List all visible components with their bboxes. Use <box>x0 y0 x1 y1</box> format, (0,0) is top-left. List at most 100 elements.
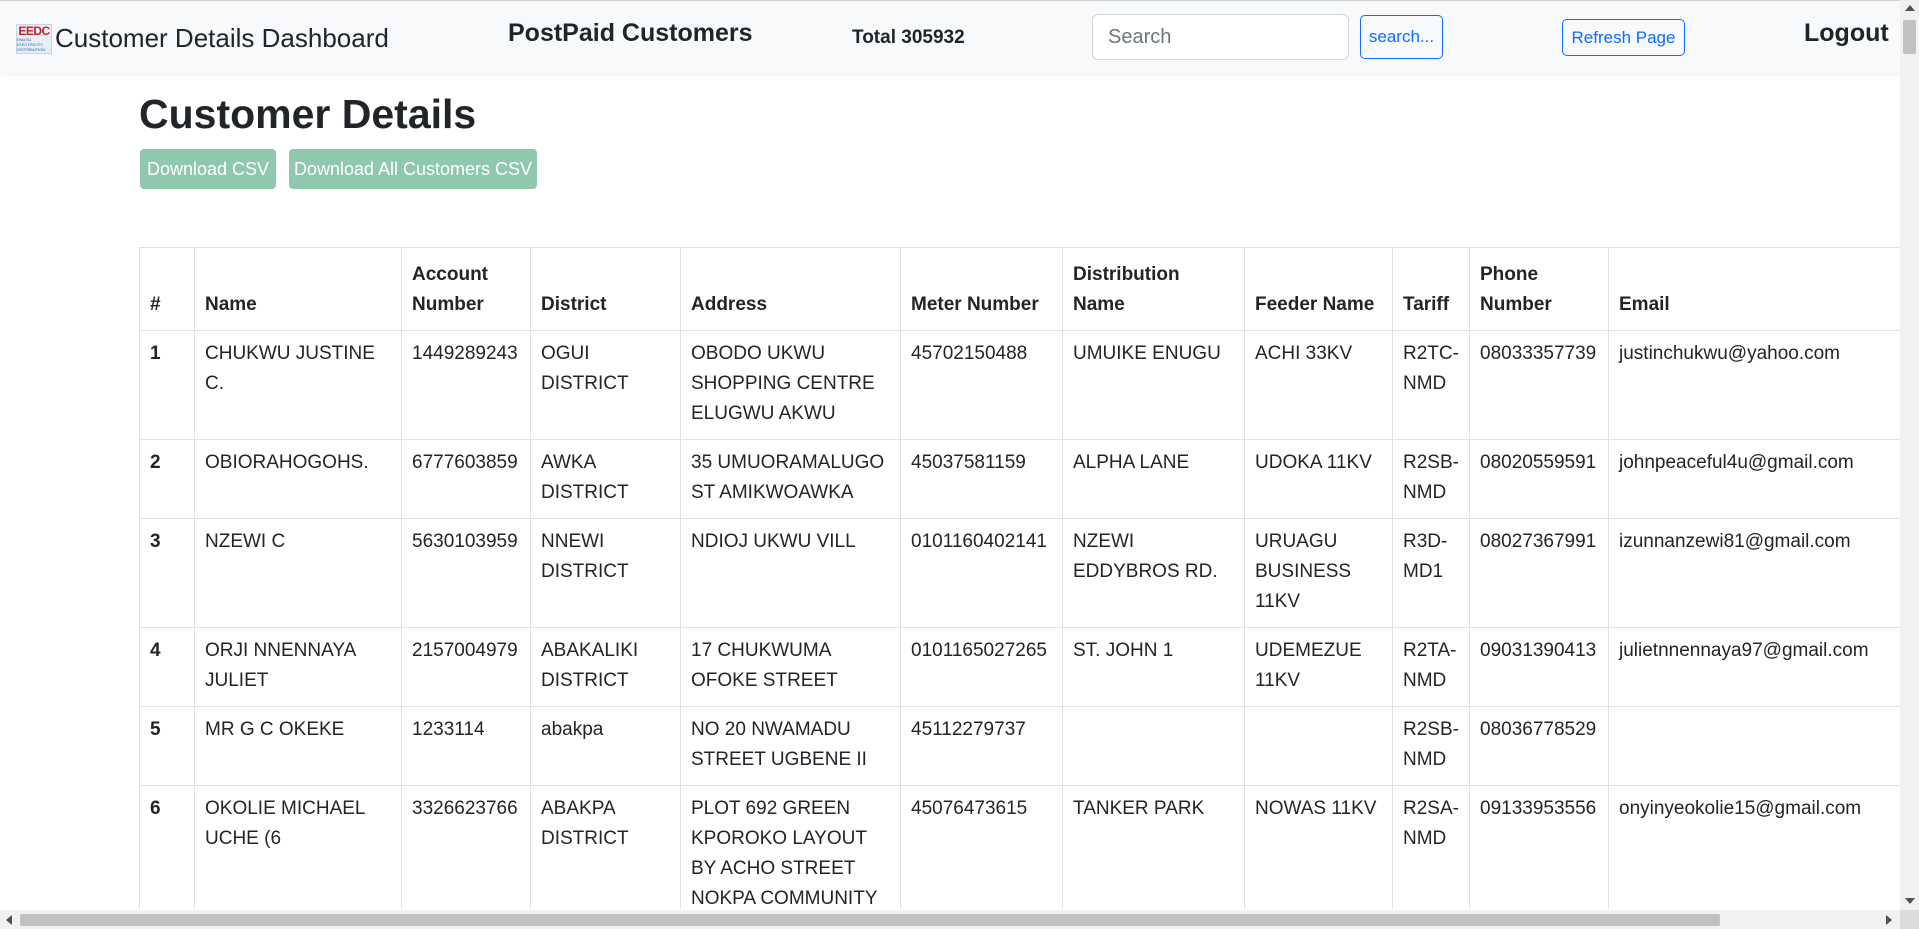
cell-index: 2 <box>139 439 195 519</box>
cell-email: onyinyeokolie15@gmail.com <box>1608 785 1900 909</box>
download-csv-button[interactable]: Download CSV <box>140 149 276 189</box>
cell-name: NZEWI C <box>194 518 402 628</box>
header-email: Email <box>1608 247 1900 331</box>
cell-meter-number: 0101160402141 <box>900 518 1063 628</box>
cell-distribution-name: ALPHA LANE <box>1062 439 1245 519</box>
download-all-customers-csv-button[interactable]: Download All Customers CSV <box>289 149 537 189</box>
logout-link[interactable]: Logout <box>1804 19 1889 48</box>
cell-address: 17 CHUKWUMA OFOKE STREET <box>680 627 901 707</box>
cell-index: 6 <box>139 785 195 909</box>
header-account-number: Account Number <box>401 247 531 331</box>
header-feeder-name: Feeder Name <box>1244 247 1393 331</box>
cell-account-number: 1449289243 <box>401 330 531 440</box>
cell-index: 5 <box>139 706 195 786</box>
search-button[interactable]: search... <box>1360 15 1443 59</box>
cell-index: 3 <box>139 518 195 628</box>
scroll-down-arrow-icon[interactable] <box>1905 898 1915 904</box>
cell-account-number: 5630103959 <box>401 518 531 628</box>
scroll-left-arrow-icon[interactable] <box>6 915 12 925</box>
cell-district: ABAKPA DISTRICT <box>530 785 681 909</box>
table-row: 3 NZEWI C 5630103959 NNEWI DISTRICT NDIO… <box>139 518 1900 628</box>
cell-feeder-name: URUAGU BUSINESS 11KV <box>1244 518 1393 628</box>
scroll-right-arrow-icon[interactable] <box>1886 915 1892 925</box>
cell-meter-number: 0101165027265 <box>900 627 1063 707</box>
cell-name: OBIORAHOGOHS. <box>194 439 402 519</box>
cell-phone-number: 09031390413 <box>1469 627 1609 707</box>
header-meter-number: Meter Number <box>900 247 1063 331</box>
cell-tariff: R2TC-NMD <box>1392 330 1470 440</box>
cell-email: julietnnennaya97@gmail.com <box>1608 627 1900 707</box>
cell-tariff: R2SB-NMD <box>1392 706 1470 786</box>
table-row: 4 ORJI NNENNAYA JULIET 2157004979 ABAKAL… <box>139 627 1900 707</box>
cell-district: OGUI DISTRICT <box>530 330 681 440</box>
page-title: Customer Details <box>139 91 477 137</box>
cell-tariff: R2SA-NMD <box>1392 785 1470 909</box>
cell-index: 1 <box>139 330 195 440</box>
horizontal-scrollbar[interactable] <box>0 910 1900 929</box>
cell-distribution-name: UMUIKE ENUGU <box>1062 330 1245 440</box>
brand-title[interactable]: Customer Details Dashboard <box>55 23 389 54</box>
cell-distribution-name: TANKER PARK <box>1062 785 1245 909</box>
cell-email: johnpeaceful4u@gmail.com <box>1608 439 1900 519</box>
cell-email <box>1608 706 1900 786</box>
cell-tariff: R2SB-NMD <box>1392 439 1470 519</box>
cell-account-number: 6777603859 <box>401 439 531 519</box>
cell-district: ABAKALIKI DISTRICT <box>530 627 681 707</box>
cell-address: OBODO UKWU SHOPPING CENTRE ELUGWU AKWU <box>680 330 901 440</box>
cell-address: NO 20 NWAMADU STREET UGBENE II <box>680 706 901 786</box>
table-row: 2 OBIORAHOGOHS. 6777603859 AWKA DISTRICT… <box>139 439 1900 519</box>
cell-address: NDIOJ UKWU VILL <box>680 518 901 628</box>
refresh-page-button[interactable]: Refresh Page <box>1562 19 1685 56</box>
vertical-scrollbar[interactable] <box>1900 0 1919 910</box>
cell-feeder-name: NOWAS 11KV <box>1244 785 1393 909</box>
cell-name: MR G C OKEKE <box>194 706 402 786</box>
search-input[interactable] <box>1092 14 1349 60</box>
cell-meter-number: 45112279737 <box>900 706 1063 786</box>
header-district: District <box>530 247 681 331</box>
cell-name: ORJI NNENNAYA JULIET <box>194 627 402 707</box>
table-row: 5 MR G C OKEKE 1233114 abakpa NO 20 NWAM… <box>139 706 1900 786</box>
cell-phone-number: 08027367991 <box>1469 518 1609 628</box>
cell-index: 4 <box>139 627 195 707</box>
eedc-logo[interactable]: EEDC ENUGU ELECTRICITY DISTRIBUTION <box>16 23 52 54</box>
customers-type-heading: PostPaid Customers <box>508 19 753 47</box>
customer-table-container: # Name Account Number District Address M… <box>139 247 1900 909</box>
cell-feeder-name <box>1244 706 1393 786</box>
header-address: Address <box>680 247 901 331</box>
cell-address: 35 UMUORAMALUGO ST AMIKWOAWKA <box>680 439 901 519</box>
cell-phone-number: 08020559591 <box>1469 439 1609 519</box>
table-header-row: # Name Account Number District Address M… <box>139 247 1900 331</box>
cell-address: PLOT 692 GREEN KPOROKO LAYOUT BY ACHO ST… <box>680 785 901 909</box>
vertical-scrollbar-thumb[interactable] <box>1903 20 1916 54</box>
scroll-up-arrow-icon[interactable] <box>1905 5 1915 11</box>
cell-district: AWKA DISTRICT <box>530 439 681 519</box>
cell-tariff: R2TA-NMD <box>1392 627 1470 707</box>
cell-email: justinchukwu@yahoo.com <box>1608 330 1900 440</box>
cell-email: izunnanzewi81@gmail.com <box>1608 518 1900 628</box>
cell-phone-number: 08033357739 <box>1469 330 1609 440</box>
cell-phone-number: 09133953556 <box>1469 785 1609 909</box>
header-name: Name <box>194 247 402 331</box>
logo-text: EEDC <box>18 24 50 38</box>
cell-meter-number: 45076473615 <box>900 785 1063 909</box>
cell-distribution-name: ST. JOHN 1 <box>1062 627 1245 707</box>
cell-account-number: 2157004979 <box>401 627 531 707</box>
cell-phone-number: 08036778529 <box>1469 706 1609 786</box>
header-tariff: Tariff <box>1392 247 1470 331</box>
cell-distribution-name <box>1062 706 1245 786</box>
cell-feeder-name: UDOKA 11KV <box>1244 439 1393 519</box>
cell-meter-number: 45037581159 <box>900 439 1063 519</box>
brand[interactable]: EEDC ENUGU ELECTRICITY DISTRIBUTION Cust… <box>16 23 389 54</box>
table-row: 1 CHUKWU JUSTINE C. 1449289243 OGUI DIST… <box>139 330 1900 440</box>
cell-account-number: 3326623766 <box>401 785 531 909</box>
cell-district: abakpa <box>530 706 681 786</box>
scrollbar-corner <box>1900 910 1919 929</box>
horizontal-scrollbar-thumb[interactable] <box>20 914 1720 926</box>
header-distribution-name: Distribution Name <box>1062 247 1245 331</box>
cell-account-number: 1233114 <box>401 706 531 786</box>
cell-distribution-name: NZEWI EDDYBROS RD. <box>1062 518 1245 628</box>
cell-district: NNEWI DISTRICT <box>530 518 681 628</box>
cell-name: OKOLIE MICHAEL UCHE (6 <box>194 785 402 909</box>
total-count: Total 305932 <box>852 27 965 48</box>
cell-feeder-name: ACHI 33KV <box>1244 330 1393 440</box>
